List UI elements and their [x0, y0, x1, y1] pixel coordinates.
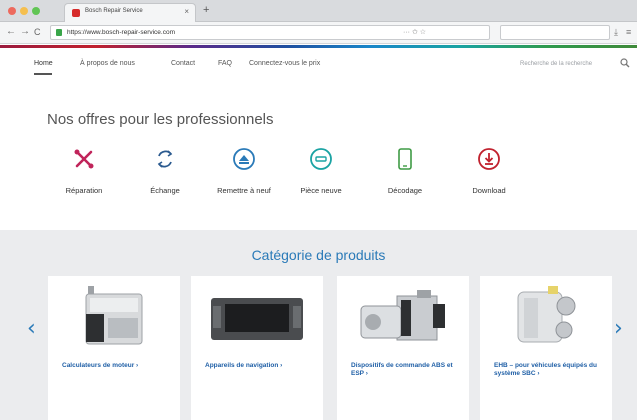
offer-label: Réparation	[65, 186, 103, 195]
exchange-icon	[157, 150, 173, 168]
refurbish-icon	[233, 148, 255, 170]
categories-section: Catégorie de produits ‹ › Calculateurs d…	[0, 230, 637, 420]
search-icon[interactable]	[620, 58, 630, 68]
offer-new-part[interactable]: Pièce neuve	[286, 147, 356, 196]
category-card-abs-esp[interactable]: Dispositifs de commande ABS et ESP ›	[337, 276, 469, 420]
browser-tab[interactable]: Bosch Repair Service ×	[64, 3, 196, 22]
engine-ecu-image	[85, 286, 143, 345]
forward-button[interactable]: →	[20, 26, 30, 38]
category-label[interactable]: Appareils de navigation ›	[205, 362, 315, 370]
carousel-prev-button[interactable]: ‹	[27, 318, 36, 340]
back-button[interactable]: ←	[6, 26, 16, 38]
navigation-device-image	[211, 298, 303, 340]
browser-window: Bosch Repair Service × + ← → C https://w…	[0, 0, 637, 420]
tab-title: Bosch Repair Service	[85, 8, 143, 14]
nav-contact[interactable]: Contact	[171, 60, 195, 67]
offer-label: Décodage	[387, 186, 423, 195]
site-nav: Home À propos de nous Contact FAQ Connec…	[0, 48, 637, 84]
offer-label: Download	[472, 186, 506, 195]
address-bar[interactable]: https://www.bosch-repair-service.com ···…	[50, 25, 490, 40]
category-card-ehb-sbc[interactable]: EHB – pour véhicules équipés du système …	[480, 276, 612, 420]
nav-about[interactable]: À propos de nous	[80, 60, 135, 67]
repair-icon	[74, 149, 94, 169]
nav-login[interactable]: Connectez-vous le prix	[249, 60, 320, 67]
browser-search-box[interactable]	[500, 25, 610, 40]
offer-download[interactable]: Download	[454, 147, 524, 196]
reload-button[interactable]: C	[34, 26, 41, 38]
ehb-unit-image	[517, 286, 576, 343]
maximize-window-button[interactable]	[32, 7, 40, 15]
menu-icon[interactable]: ≡	[626, 26, 631, 38]
carousel-next-button[interactable]: ›	[614, 318, 623, 340]
favicon-icon	[72, 9, 80, 17]
category-label[interactable]: Dispositifs de commande ABS et ESP ›	[351, 362, 461, 378]
offer-repair[interactable]: Réparation	[49, 147, 119, 196]
nav-home[interactable]: Home	[34, 60, 53, 67]
category-card-engine-ecu[interactable]: Calculateurs de moteur ›	[48, 276, 180, 420]
nav-active-indicator	[34, 73, 52, 75]
categories-title: Catégorie de produits	[251, 247, 386, 263]
site-search-placeholder: Recherche de la recherche	[520, 61, 593, 67]
nav-faq[interactable]: FAQ	[218, 60, 232, 67]
offers-title: Nos offres pour les professionnels	[47, 111, 274, 128]
abs-esp-module-image	[360, 290, 445, 341]
category-label[interactable]: EHB – pour véhicules équipés du système …	[494, 362, 604, 378]
offer-label: Pièce neuve	[300, 186, 342, 195]
offer-label: Échange	[150, 186, 180, 195]
new-tab-button[interactable]: +	[203, 4, 209, 16]
decoding-icon	[398, 148, 412, 170]
offer-exchange[interactable]: Échange	[130, 147, 200, 196]
page-actions[interactable]: ··· ✩ ☆	[403, 28, 426, 36]
url-text: https://www.bosch-repair-service.com	[67, 29, 176, 36]
tab-close-button[interactable]: ×	[184, 7, 189, 16]
close-window-button[interactable]	[8, 7, 16, 15]
lock-icon	[56, 29, 62, 36]
new-part-icon	[310, 148, 332, 170]
site-search[interactable]: Recherche de la recherche	[520, 58, 630, 72]
offer-label: Remettre à neuf	[217, 186, 271, 195]
offer-refurbish[interactable]: Remettre à neuf	[209, 147, 279, 196]
offers-section: Nos offres pour les professionnels Répar…	[0, 84, 637, 230]
download-icon	[478, 148, 500, 170]
minimize-window-button[interactable]	[20, 7, 28, 15]
browser-toolbar: ← → C https://www.bosch-repair-service.c…	[0, 22, 637, 44]
offer-decoding[interactable]: Décodage	[370, 147, 440, 196]
tab-bar: Bosch Repair Service × +	[0, 0, 637, 22]
category-label[interactable]: Calculateurs de moteur ›	[62, 362, 172, 370]
downloads-icon[interactable]: ⤓	[614, 26, 618, 38]
category-card-navigation[interactable]: Appareils de navigation ›	[191, 276, 323, 420]
